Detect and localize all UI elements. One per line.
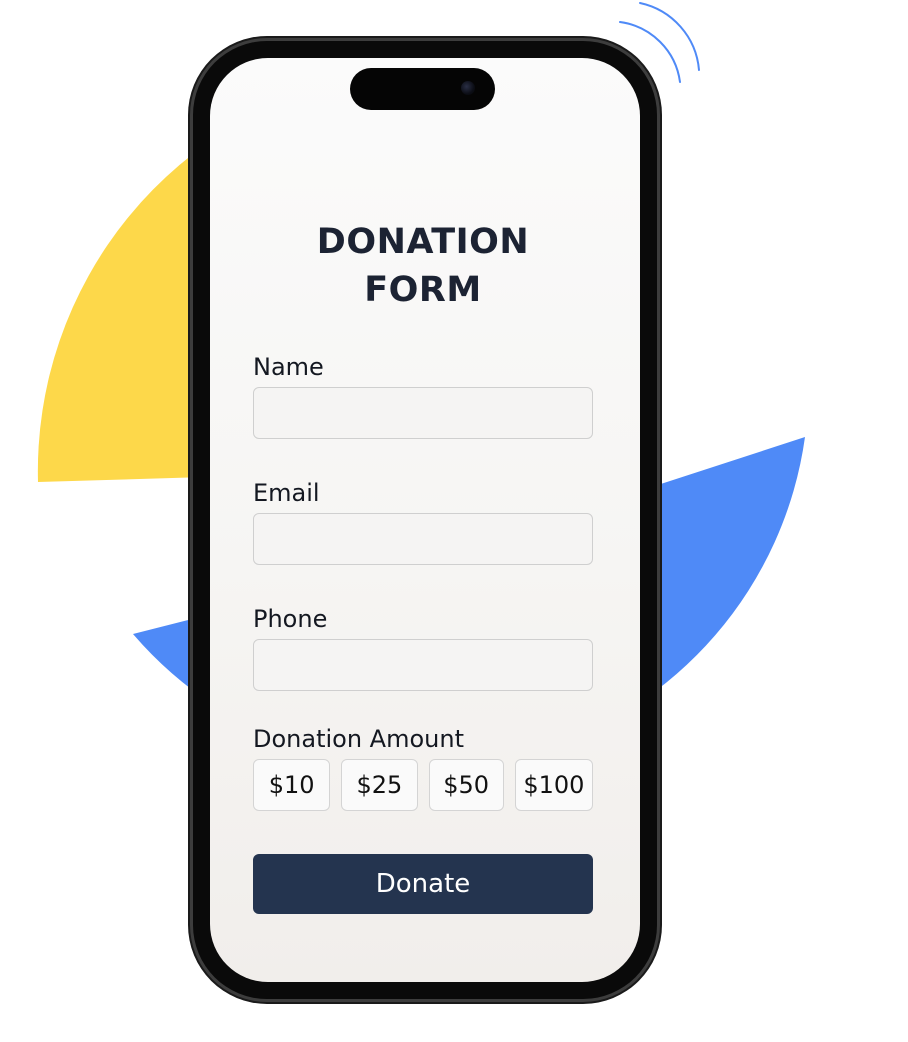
form-title: DONATION FORM [316, 222, 530, 310]
donate-button[interactable]: Donate [253, 854, 593, 914]
phone-frame: DONATION FORM Name Email Phone Donation … [193, 41, 657, 999]
email-label: Email [253, 479, 320, 507]
email-input[interactable] [253, 513, 593, 565]
amount-button-50[interactable]: $50 [428, 759, 504, 811]
name-input[interactable] [253, 387, 593, 439]
phone-input[interactable] [253, 639, 593, 691]
dynamic-island [350, 68, 495, 110]
donation-amount-label: Donation Amount [253, 725, 464, 753]
phone-label: Phone [253, 605, 328, 633]
amount-button-100[interactable]: $100 [514, 759, 593, 811]
name-label: Name [253, 353, 324, 381]
phone-screen: DONATION FORM Name Email Phone Donation … [210, 58, 640, 982]
page-stage: DONATION FORM Name Email Phone Donation … [0, 0, 908, 1042]
amount-button-25[interactable]: $25 [341, 759, 418, 811]
amount-button-10[interactable]: $10 [253, 759, 331, 811]
donation-form: DONATION FORM Name Email Phone Donation … [253, 218, 593, 914]
donation-amount-options: $10 $25 $50 $100 [253, 759, 593, 811]
front-camera-icon [461, 81, 475, 95]
